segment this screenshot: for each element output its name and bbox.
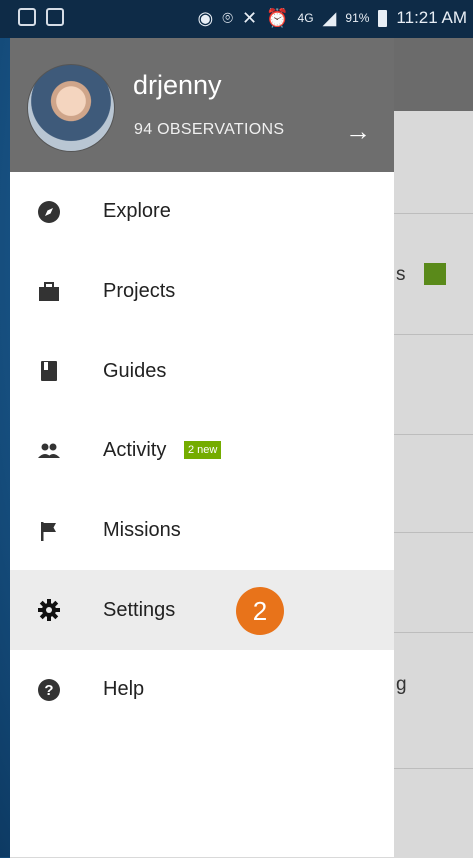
book-icon: [37, 359, 61, 383]
drawer-menu: Explore Projects Guides Activity 2 new M…: [10, 172, 394, 730]
screenshot-notification-icon: [18, 8, 36, 26]
mute-icon: ✕: [242, 8, 258, 28]
step-number-marker: 2: [236, 587, 284, 636]
compass-icon: [37, 200, 61, 224]
battery-percent: 91%: [345, 11, 370, 25]
phone-screen: ◉ ⌾ ✕ ⏰ 4G ◢ 91% 11:21 AM s g drjenny 94…: [0, 0, 473, 858]
background-row-text: g: [396, 674, 407, 695]
help-icon: ?: [37, 678, 61, 702]
menu-label: Projects: [103, 280, 176, 303]
eye-icon: ◉: [197, 8, 214, 28]
svg-text:?: ?: [44, 682, 53, 699]
menu-label: Explore: [103, 200, 171, 223]
username: drjenny: [133, 70, 222, 100]
alarm-icon: ⏰: [266, 8, 289, 28]
signal-icon: ◢: [322, 8, 337, 28]
status-bar: ◉ ⌾ ✕ ⏰ 4G ◢ 91% 11:21 AM: [0, 0, 473, 38]
system-icons: ◉ ⌾ ✕ ⏰ 4G ◢ 91% 11:21 AM: [197, 8, 467, 28]
location-icon: ⌾: [222, 8, 234, 28]
menu-label: Activity: [103, 439, 167, 462]
observation-count: 94 OBSERVATIONS: [134, 121, 285, 138]
flag-icon: [37, 519, 61, 543]
menu-label: Help: [103, 678, 145, 701]
gallery-notification-icon: [46, 8, 64, 26]
clock: 11:21 AM: [396, 8, 467, 27]
menu-item-explore[interactable]: Explore: [10, 172, 394, 252]
gear-icon: [37, 598, 61, 622]
network-label: 4G: [297, 11, 314, 25]
menu-label: Guides: [103, 359, 167, 382]
menu-item-missions[interactable]: Missions: [10, 491, 394, 571]
background-row-text: s: [396, 264, 406, 285]
menu-label: Missions: [103, 519, 181, 542]
profile-header[interactable]: drjenny 94 OBSERVATIONS →: [10, 38, 394, 172]
people-icon: [37, 439, 61, 463]
battery-icon: [378, 9, 388, 27]
arrow-right-icon[interactable]: →: [345, 116, 371, 147]
briefcase-icon: [37, 280, 61, 304]
menu-item-activity[interactable]: Activity 2 new: [10, 411, 394, 491]
background-checkbox[interactable]: [424, 263, 446, 285]
menu-item-guides[interactable]: Guides: [10, 331, 394, 411]
new-activity-badge: 2 new: [184, 441, 222, 460]
navigation-drawer: drjenny 94 OBSERVATIONS → Explore Projec…: [10, 38, 394, 857]
menu-item-help[interactable]: ? Help: [10, 650, 394, 730]
menu-label: Settings: [103, 598, 176, 621]
notification-icons: [18, 8, 64, 26]
menu-item-projects[interactable]: Projects: [10, 252, 394, 332]
menu-item-settings[interactable]: Settings 2: [10, 570, 394, 651]
avatar[interactable]: [27, 64, 115, 152]
